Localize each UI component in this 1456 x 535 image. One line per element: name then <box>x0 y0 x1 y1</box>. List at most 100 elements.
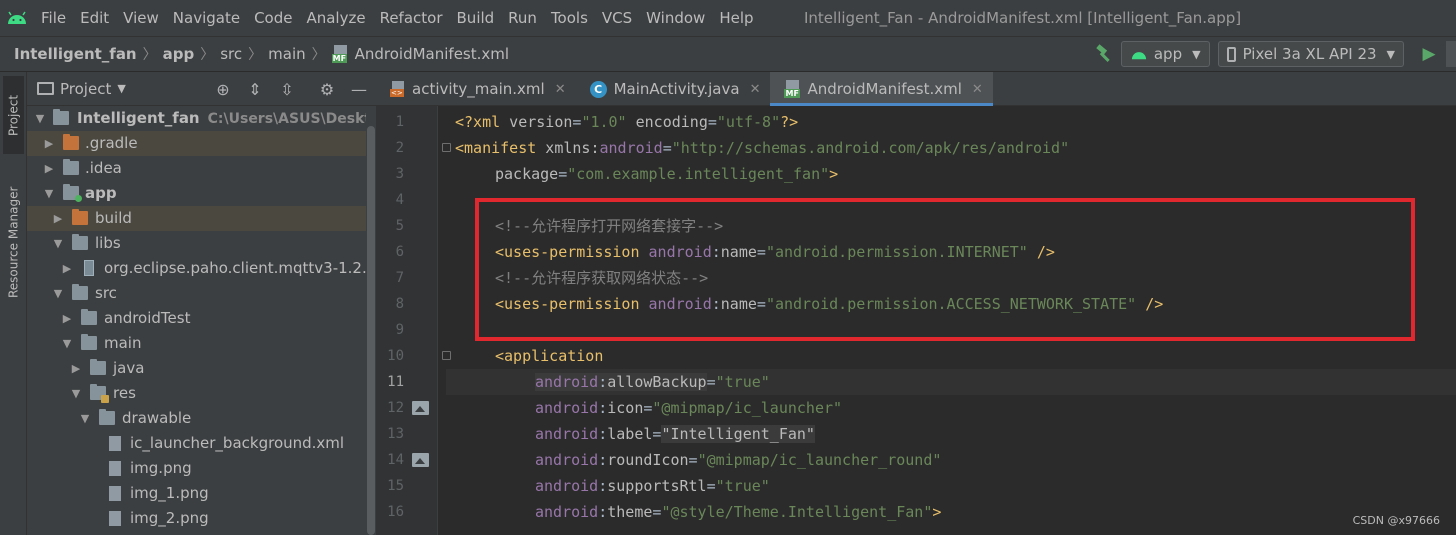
chevron-down-icon[interactable]: ▼ <box>51 231 65 256</box>
tree-item-img-2[interactable]: img_2.png <box>27 506 376 531</box>
chevron-right-icon[interactable]: ▶ <box>51 206 65 231</box>
breadcrumb-module[interactable]: app <box>163 45 195 63</box>
tree-item-app[interactable]: ▼ app <box>27 181 376 206</box>
image-file-icon <box>109 486 121 501</box>
dropdown-caret-icon: ▼ <box>1386 47 1395 61</box>
run-config-label: app <box>1153 45 1183 63</box>
chevron-down-icon[interactable]: ▼ <box>42 181 56 206</box>
tree-item-img[interactable]: img.png <box>27 456 376 481</box>
phone-icon <box>1226 46 1236 62</box>
chevron-right-icon[interactable]: ▶ <box>60 256 74 281</box>
tree-item-label: .gradle <box>85 134 138 152</box>
locate-target-icon[interactable]: ⊕ <box>207 80 239 99</box>
dropdown-caret-icon[interactable]: ▼ <box>117 82 125 95</box>
tree-item-idea[interactable]: ▶ .idea <box>27 156 376 181</box>
menu-window[interactable]: Window <box>639 0 712 36</box>
resource-folder-icon <box>90 384 109 403</box>
resource-manager-tool-tab[interactable]: Resource Manager <box>3 172 24 312</box>
close-icon[interactable]: ✕ <box>555 82 566 97</box>
menu-file[interactable]: File <box>34 0 73 36</box>
toolbar-overflow[interactable] <box>1446 41 1456 67</box>
menu-edit[interactable]: Edit <box>73 0 116 36</box>
run-config-select[interactable]: app ▼ <box>1120 41 1210 67</box>
breadcrumb-project[interactable]: Intelligent_fan <box>14 45 137 63</box>
minimize-icon[interactable]: — <box>343 80 375 99</box>
tree-item-drawable[interactable]: ▼ drawable <box>27 406 376 431</box>
project-tool-tab[interactable]: Project <box>3 76 24 154</box>
code-line-16: android:theme="@style/Theme.Intelligent_… <box>535 503 942 521</box>
fold-marker-icon[interactable] <box>442 143 451 152</box>
line-number: 14 <box>387 452 404 468</box>
chevron-right-icon[interactable]: ▶ <box>60 306 74 331</box>
chevron-down-icon[interactable]: ▼ <box>69 381 83 406</box>
expand-all-icon[interactable]: ⇕ <box>239 80 271 99</box>
tree-item-androidtest[interactable]: ▶ androidTest <box>27 306 376 331</box>
menu-build[interactable]: Build <box>450 0 502 36</box>
chevron-down-icon[interactable]: ▼ <box>33 106 47 131</box>
tree-item-label: drawable <box>122 409 192 427</box>
tree-item-build[interactable]: ▶ build <box>27 206 376 231</box>
chevron-down-icon[interactable]: ▼ <box>51 281 65 306</box>
menu-analyze[interactable]: Analyze <box>299 0 372 36</box>
tab-activity-main-xml[interactable]: <> activity_main.xml ✕ <box>376 72 576 106</box>
image-preview-icon[interactable] <box>412 401 429 415</box>
line-number: 1 <box>395 114 404 130</box>
project-panel: Project ▼ ⊕ ⇕ ⇳ ⚙ — ▼ Intelligent_fan C:\… <box>27 72 376 535</box>
image-preview-icon[interactable] <box>412 453 429 467</box>
tree-item-res[interactable]: ▼ res <box>27 381 376 406</box>
fold-marker-icon[interactable] <box>442 351 451 360</box>
menu-refactor[interactable]: Refactor <box>373 0 450 36</box>
code-line-3: package="com.example.intelligent_fan"> <box>495 165 839 183</box>
tree-item-img-1[interactable]: img_1.png <box>27 481 376 506</box>
tree-item-paho-jar[interactable]: ▶ org.eclipse.paho.client.mqttv3-1.2.0.j <box>27 256 376 281</box>
menu-view[interactable]: View <box>116 0 166 36</box>
chevron-down-icon[interactable]: ▼ <box>78 406 92 431</box>
close-icon[interactable]: ✕ <box>972 82 983 97</box>
menu-vcs[interactable]: VCS <box>595 0 639 36</box>
tab-mainactivity-java[interactable]: C MainActivity.java ✕ <box>576 72 771 106</box>
tree-item-label: libs <box>95 234 121 252</box>
device-label: Pixel 3a XL API 23 <box>1242 45 1377 63</box>
android-icon <box>1131 51 1146 59</box>
project-tree-scrollbar[interactable] <box>366 106 376 535</box>
tree-item-gradle[interactable]: ▶ .gradle <box>27 131 376 156</box>
tree-item-project-root[interactable]: ▼ Intelligent_fanC:\Users\ASUS\Desktop\ <box>27 106 376 131</box>
project-view-select[interactable]: Project <box>60 80 111 98</box>
breadcrumb-file[interactable]: AndroidManifest.xml <box>355 45 509 63</box>
tree-item-libs[interactable]: ▼ libs <box>27 231 376 256</box>
chevron-right-icon[interactable]: ▶ <box>42 156 56 181</box>
breadcrumb-src[interactable]: src <box>220 45 242 63</box>
menu-tools[interactable]: Tools <box>544 0 595 36</box>
collapse-all-icon[interactable]: ⇳ <box>271 80 303 99</box>
tab-androidmanifest-xml[interactable]: MF AndroidManifest.xml ✕ <box>770 72 994 106</box>
tree-item-label: img_2.png <box>130 509 209 527</box>
menu-navigate[interactable]: Navigate <box>166 0 247 36</box>
close-icon[interactable]: ✕ <box>750 82 761 97</box>
chevron-down-icon[interactable]: ▼ <box>60 331 74 356</box>
device-select[interactable]: Pixel 3a XL API 23 ▼ <box>1217 41 1404 67</box>
chevron-right-icon[interactable]: ▶ <box>69 356 83 381</box>
tree-item-label: androidTest <box>104 309 191 327</box>
tree-item-ic-launcher-background[interactable]: ic_launcher_background.xml <box>27 431 376 456</box>
chevron-right-icon: 〉 <box>248 47 263 63</box>
folder-icon <box>81 334 97 350</box>
menu-run[interactable]: Run <box>501 0 544 36</box>
line-number: 15 <box>387 478 404 494</box>
gear-icon[interactable]: ⚙ <box>311 80 343 99</box>
code-line-11: android:allowBackup="true" <box>535 373 770 391</box>
tree-item-src[interactable]: ▼ src <box>27 281 376 306</box>
code-line-1: <?xml version="1.0" encoding="utf-8"?> <box>455 113 799 131</box>
tree-item-main[interactable]: ▼ main <box>27 331 376 356</box>
tree-item-java[interactable]: ▶ java <box>27 356 376 381</box>
menu-help[interactable]: Help <box>712 0 760 36</box>
run-play-icon[interactable]: ▶ <box>1412 44 1446 64</box>
breadcrumb-main[interactable]: main <box>268 45 305 63</box>
editor-gutter[interactable]: 1 2 3 4 5 6 7 8 9 10 11 12 13 14 15 16 <box>376 106 478 535</box>
scrollbar-thumb[interactable] <box>367 126 375 535</box>
chevron-right-icon[interactable]: ▶ <box>42 131 56 156</box>
menu-code[interactable]: Code <box>247 0 299 36</box>
line-number: 12 <box>387 400 404 416</box>
tree-item-label: build <box>95 209 132 227</box>
build-hammer-icon[interactable] <box>1087 44 1121 64</box>
source-folder-icon <box>90 359 106 375</box>
